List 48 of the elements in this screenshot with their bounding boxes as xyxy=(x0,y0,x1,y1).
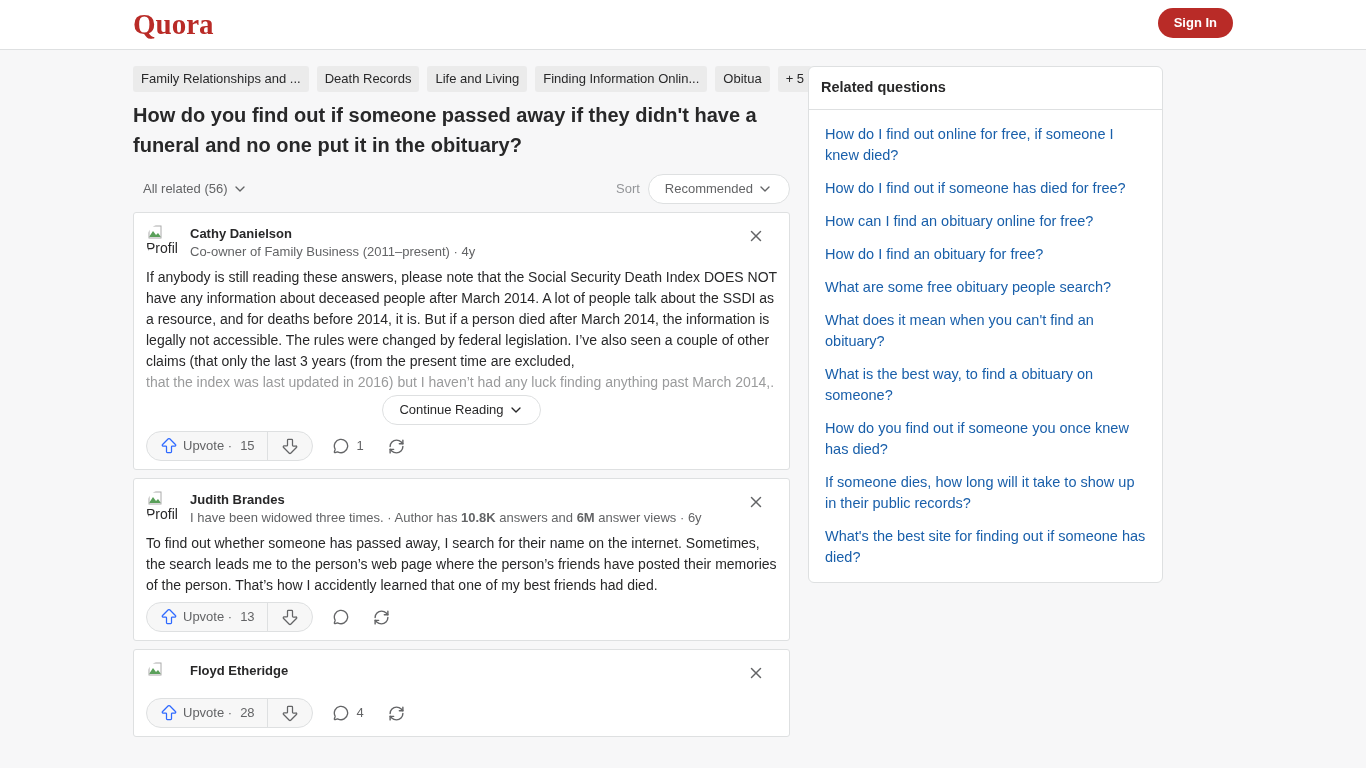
answer-faded-text: that the index was last updated in 2016) but I haven’t had any luck finding anything past March 2014,. xyxy=(146,373,776,392)
share-icon xyxy=(372,608,390,626)
sign-in-button[interactable]: Sign In xyxy=(1157,8,1233,38)
answer-text: If anybody is still reading these answers, please note that the Social Security Death Index DOES NOT have any information about deceased people after March 2014. A lot of people talk about the SSDI as a resource, and for deaths before 2014, it is. But if a person died after March 2014, the information is legally not accessible. The rules were changed by federal legislation. I’ve also seen a couple of other claims (that only the last 3 years (from the present time are excluded, xyxy=(146,268,777,371)
sort-label: Sort xyxy=(616,180,640,199)
share-icon xyxy=(387,437,405,455)
continue-reading-button[interactable]: Continue Reading xyxy=(382,395,541,425)
avatar-alt-text: Profil xyxy=(146,239,178,257)
related-question-link[interactable]: How do I find out online for free, if someone I knew died? xyxy=(825,117,1146,172)
broken-image-icon xyxy=(148,491,162,505)
more-topics-tag[interactable]: + 5 xyxy=(777,66,813,92)
upvote-icon xyxy=(159,607,179,627)
author-name[interactable]: Cathy Danielson xyxy=(190,225,735,243)
answer-text: To find out whether someone has passed away, I search for their name on the internet. Sometimes, the search leads me to the person’s web page where the person’s friends have posted their memories of the person. That’s how I accidently learned that one of my best friends had died. xyxy=(146,534,777,595)
comment-button[interactable]: 1 xyxy=(324,431,372,461)
comment-button[interactable]: 4 xyxy=(324,698,372,728)
topic-tag[interactable]: Death Records xyxy=(316,66,420,92)
comment-icon xyxy=(332,609,349,625)
filter-dropdown[interactable]: All related (56) xyxy=(133,179,258,199)
author-name[interactable]: Floyd Etheridge xyxy=(190,662,735,680)
logo[interactable]: Quora xyxy=(133,2,214,47)
related-question-link[interactable]: How do you find out if someone you once knew has died? xyxy=(825,411,1146,466)
question-title: How do you find out if someone passed away if they didn't have a funeral and no one put it in the obituary? xyxy=(133,103,758,158)
related-question-link[interactable]: What are some free obituary people search? xyxy=(825,270,1146,304)
topic-tag[interactable]: Life and Living xyxy=(427,66,528,92)
upvote-icon xyxy=(159,436,179,456)
panel-title: Related questions xyxy=(809,67,1162,110)
topic-tag[interactable]: Family Relationships and ... xyxy=(133,66,309,92)
related-question-link[interactable]: What is the best way, to find a obituary on someone? xyxy=(825,357,1146,412)
upvote-icon xyxy=(159,703,179,723)
topic-tag[interactable]: Finding Information Onlin... xyxy=(535,66,708,92)
broken-image-icon xyxy=(148,662,162,676)
broken-image-icon xyxy=(148,225,162,239)
comment-icon xyxy=(332,438,349,454)
related-question-link[interactable]: How do I find out if someone has died for free? xyxy=(825,171,1146,205)
comment-icon xyxy=(332,705,349,721)
related-question-link[interactable]: If someone dies, how long will it take to show up in their public records? xyxy=(825,465,1146,520)
avatar-alt-text: Profil xyxy=(146,505,178,523)
sort-dropdown[interactable]: Recommended xyxy=(647,174,790,204)
share-icon xyxy=(387,704,405,722)
topic-tag[interactable]: Obitua xyxy=(715,66,770,92)
related-question-link[interactable]: How can I find an obituary online for free? xyxy=(825,204,1146,238)
related-question-link[interactable]: How do I find an obituary for free? xyxy=(825,237,1146,271)
related-question-link[interactable]: What's the best site for finding out if someone has died? xyxy=(825,519,1146,574)
author-credential: I have been widowed three times. · Author has 10.8K answers and 6M answer views · 6y xyxy=(190,509,703,527)
author-name[interactable]: Judith Brandes xyxy=(190,491,735,509)
author-credential: Co-owner of Family Business (2011–present) · 4y xyxy=(190,243,477,261)
related-question-link[interactable]: What does it mean when you can't find an obituary? xyxy=(825,303,1146,358)
